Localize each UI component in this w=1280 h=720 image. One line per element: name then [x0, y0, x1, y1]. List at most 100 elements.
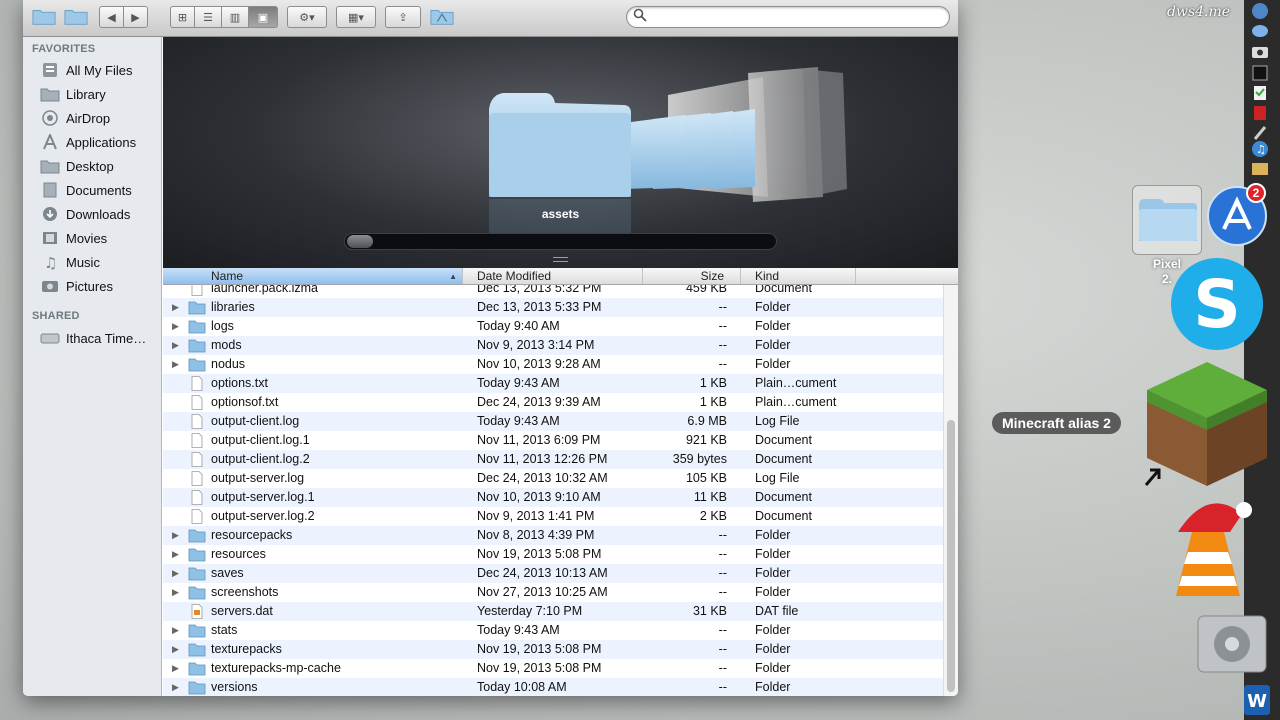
- table-row[interactable]: optionsof.txt Dec 24, 2013 9:39 AM 1 KB Pla…: [163, 393, 943, 412]
- file-name: texturepacks-mp-cache: [211, 661, 341, 675]
- table-row[interactable]: output-client.log.2 Nov 11, 2013 12:26 PM…: [163, 450, 943, 469]
- table-row[interactable]: ▶ resources Nov 19, 2013 5:08 PM -- Folder: [163, 545, 943, 564]
- table-row[interactable]: ▶ texturepacks-mp-cache Nov 19, 2013 5:08 …: [163, 659, 943, 678]
- table-row[interactable]: ▶ versions Today 10:08 AM -- Folder: [163, 678, 943, 696]
- table-row[interactable]: ▶ stats Today 9:43 AM -- Folder: [163, 621, 943, 640]
- kind-column-header[interactable]: Kind: [741, 268, 856, 284]
- table-row[interactable]: ▶ resourcepacks Nov 8, 2013 4:39 PM -- Folde…: [163, 526, 943, 545]
- vertical-scrollbar[interactable]: [943, 285, 958, 696]
- coverflow-pane[interactable]: assets: [163, 37, 958, 268]
- minecraft-icon[interactable]: [1145, 360, 1269, 488]
- forward-button[interactable]: ▶: [123, 6, 148, 28]
- table-row[interactable]: output-client.log Today 9:43 AM 6.9 MB Log …: [163, 412, 943, 431]
- table-row[interactable]: output-server.log Dec 24, 2013 10:32 AM 10…: [163, 469, 943, 488]
- file-size: 6.9 MB: [687, 414, 727, 428]
- resize-grip[interactable]: [553, 257, 568, 262]
- sidebar-item-music[interactable]: ♫ Music: [39, 251, 161, 273]
- file-name: nodus: [211, 357, 246, 371]
- coverflow-scroll-knob[interactable]: [347, 235, 373, 248]
- table-row[interactable]: ▶ texturepacks Nov 19, 2013 5:08 PM -- Folde…: [163, 640, 943, 659]
- applications-folder-icon[interactable]: [430, 6, 454, 26]
- sidebar-item-library[interactable]: Library: [39, 83, 161, 105]
- terminal-icon[interactable]: [1250, 64, 1270, 82]
- file-date: Yesterday 7:10 PM: [477, 604, 583, 618]
- file-name: output-client.log.1: [211, 433, 310, 447]
- disclosure-triangle-icon[interactable]: ▶: [172, 355, 182, 374]
- back-button[interactable]: ◀: [99, 6, 124, 28]
- file-name: logs: [211, 319, 234, 333]
- disclosure-triangle-icon[interactable]: ▶: [172, 583, 182, 602]
- svg-text:W: W: [1247, 691, 1267, 712]
- sidebar-item-ithaca-time[interactable]: Ithaca Time…: [39, 327, 161, 349]
- disclosure-triangle-icon[interactable]: ▶: [172, 336, 182, 355]
- vlc-icon[interactable]: [1160, 492, 1256, 604]
- table-row[interactable]: ▶ mods Nov 9, 2013 3:14 PM -- Folder: [163, 336, 943, 355]
- table-row[interactable]: ▶ screenshots Nov 27, 2013 10:25 AM -- Folde…: [163, 583, 943, 602]
- size-column-header[interactable]: Size: [643, 268, 741, 284]
- date-column-label: Date Modified: [477, 269, 552, 283]
- desktop-folder-tile[interactable]: [1132, 185, 1202, 255]
- disclosure-triangle-icon[interactable]: ▶: [172, 545, 182, 564]
- table-row[interactable]: ▶ saves Dec 24, 2013 10:13 AM -- Folder: [163, 564, 943, 583]
- folder-icon[interactable]: [64, 6, 88, 26]
- sidebar-item-applications[interactable]: Applications: [39, 131, 161, 153]
- disclosure-triangle-icon[interactable]: ▶: [172, 526, 182, 545]
- skype-icon[interactable]: S: [1168, 255, 1266, 353]
- icon-view-button[interactable]: ⊞: [170, 6, 195, 28]
- table-row[interactable]: launcher.pack.lzma Dec 13, 2013 5:32 PM 45…: [163, 285, 943, 298]
- action-menu-button[interactable]: ⚙▾: [287, 6, 327, 28]
- system-preferences-icon[interactable]: [1196, 614, 1268, 674]
- camera-icon[interactable]: [1250, 43, 1270, 61]
- sidebar-item-all-my-files[interactable]: All My Files: [39, 59, 161, 81]
- disclosure-triangle-icon[interactable]: ▶: [172, 640, 182, 659]
- share-button[interactable]: ⇪: [385, 6, 421, 28]
- disclosure-triangle-icon[interactable]: ▶: [172, 621, 182, 640]
- chat-icon[interactable]: [1250, 22, 1270, 40]
- folder-icon: [188, 623, 206, 638]
- table-row[interactable]: output-server.log.1 Nov 10, 2013 9:10 AM 1…: [163, 488, 943, 507]
- disclosure-triangle-icon[interactable]: ▶: [172, 298, 182, 317]
- sidebar-item-movies[interactable]: Movies: [39, 227, 161, 249]
- table-row[interactable]: output-client.log.1 Nov 11, 2013 6:09 PM 9…: [163, 431, 943, 450]
- date-column-header[interactable]: Date Modified: [463, 268, 643, 284]
- table-row[interactable]: servers.dat Yesterday 7:10 PM 31 KB DAT fil…: [163, 602, 943, 621]
- sidebar: FAVORITES All My Files Library AirDrop Appl…: [23, 37, 162, 696]
- coverflow-view-button[interactable]: ▣: [248, 6, 278, 28]
- column-view-button[interactable]: ▥: [221, 6, 249, 28]
- sidebar-item-pictures[interactable]: Pictures: [39, 275, 161, 297]
- disclosure-triangle-icon[interactable]: ▶: [172, 317, 182, 336]
- sidebar-item-documents[interactable]: Documents: [39, 179, 161, 201]
- file-date: Today 10:08 AM: [477, 680, 567, 694]
- file-date: Today 9:43 AM: [477, 414, 560, 428]
- table-row[interactable]: options.txt Today 9:43 AM 1 KB Plain…cument: [163, 374, 943, 393]
- sidebar-item-desktop[interactable]: Desktop: [39, 155, 161, 177]
- sidebar-item-downloads[interactable]: Downloads: [39, 203, 161, 225]
- table-row[interactable]: output-server.log.2 Nov 9, 2013 1:41 PM 2 …: [163, 507, 943, 526]
- folder-icon: [188, 300, 206, 315]
- file-kind: Plain…cument: [755, 376, 837, 390]
- table-row[interactable]: ▶ libraries Dec 13, 2013 5:33 PM -- Folder: [163, 298, 943, 317]
- sidebar-item-label: Library: [66, 86, 106, 102]
- pdf-icon[interactable]: [1250, 104, 1270, 122]
- photos-app-icon[interactable]: [1250, 160, 1270, 178]
- disclosure-triangle-icon[interactable]: ▶: [172, 564, 182, 583]
- sidebar-item-airdrop[interactable]: AirDrop: [39, 107, 161, 129]
- disclosure-triangle-icon[interactable]: ▶: [172, 659, 182, 678]
- vertical-scroll-thumb[interactable]: [947, 420, 955, 692]
- file-size: --: [718, 566, 727, 580]
- globe-icon[interactable]: [1250, 2, 1270, 20]
- folder-icon[interactable]: [32, 6, 56, 26]
- disclosure-triangle-icon[interactable]: ▶: [172, 678, 182, 696]
- coverflow-scrollbar[interactable]: [344, 233, 777, 250]
- table-row[interactable]: ▶ nodus Nov 10, 2013 9:28 AM -- Folder: [163, 355, 943, 374]
- list-view-button[interactable]: ☰: [194, 6, 222, 28]
- search-field[interactable]: [626, 6, 950, 28]
- file-date: Today 9:43 AM: [477, 376, 560, 390]
- name-column-header[interactable]: Name ▲: [163, 268, 463, 284]
- music-app-icon[interactable]: ♫: [1250, 140, 1270, 158]
- script-icon[interactable]: [1250, 84, 1270, 102]
- table-row[interactable]: ▶ logs Today 9:40 AM -- Folder: [163, 317, 943, 336]
- sidebar-item-label: Desktop: [66, 158, 114, 174]
- arrange-menu-button[interactable]: ▦▾: [336, 6, 376, 28]
- word-app-icon[interactable]: W: [1242, 683, 1272, 717]
